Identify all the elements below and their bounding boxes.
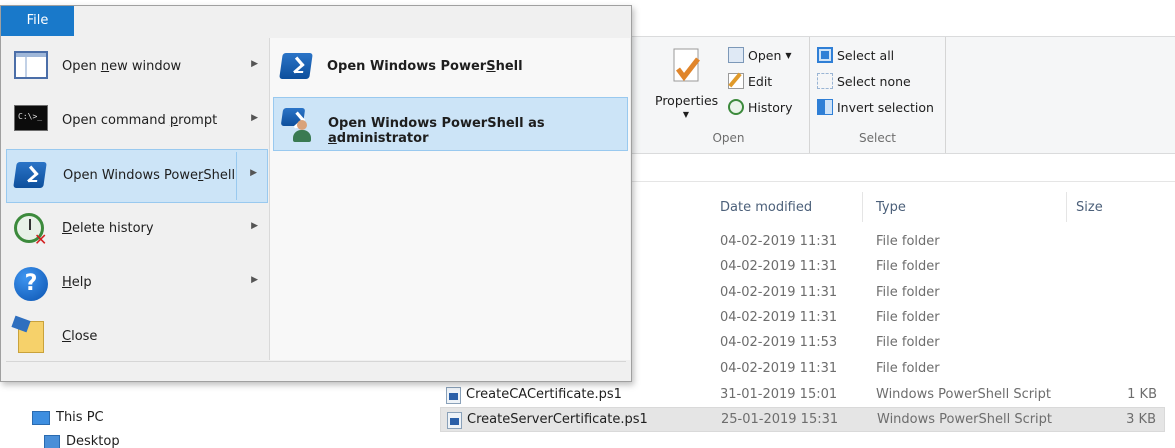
help-icon: ? xyxy=(14,267,48,301)
name-cell: CreateServerCertificate.ps1 xyxy=(467,412,648,427)
chevron-right-icon: ▶ xyxy=(251,59,258,69)
chevron-right-icon[interactable]: ▶ xyxy=(250,168,257,178)
select-none-icon xyxy=(817,73,833,89)
properties-button[interactable]: Properties ▼ xyxy=(655,47,719,119)
date-cell: 04-02-2019 11:31 xyxy=(720,285,838,300)
name-cell: CreateCACertificate.ps1 xyxy=(466,387,622,402)
properties-label: Properties xyxy=(655,93,719,108)
menu-item-delete-history[interactable]: Delete history ▶ xyxy=(6,203,268,257)
open-button[interactable]: Open ▼ xyxy=(728,47,792,63)
menu-item-label: Delete history xyxy=(62,221,154,236)
select-all-icon xyxy=(817,47,833,63)
date-cell: 04-02-2019 11:31 xyxy=(720,234,838,249)
type-cell: File folder xyxy=(876,335,940,350)
file-menu-footer xyxy=(6,361,626,381)
powershell-script-icon xyxy=(446,387,461,404)
date-cell: 25-01-2019 15:31 xyxy=(721,412,839,427)
submenu-item-label: Open Windows PowerShell xyxy=(327,59,523,74)
submenu-item-open-powershell[interactable]: Open Windows PowerShell xyxy=(273,41,628,95)
type-cell: File folder xyxy=(876,310,940,325)
history-button[interactable]: History xyxy=(728,99,792,115)
history-label: History xyxy=(748,99,793,115)
menu-item-open-command-prompt[interactable]: C:\>_ Open command prompt ▶ xyxy=(6,95,268,149)
history-icon xyxy=(728,99,744,115)
menu-item-help[interactable]: ? Help ▶ xyxy=(6,257,268,311)
powershell-icon xyxy=(279,53,315,87)
type-cell: Windows PowerShell Script xyxy=(876,387,1052,402)
open-label: Open xyxy=(748,47,782,63)
type-cell: File folder xyxy=(876,234,940,249)
invert-selection-label: Invert selection xyxy=(837,99,934,115)
date-cell: 31-01-2019 15:01 xyxy=(720,387,838,402)
date-cell: 04-02-2019 11:53 xyxy=(720,335,838,350)
nav-item-label: This PC xyxy=(56,410,104,425)
select-all-button[interactable]: Select all xyxy=(817,47,894,63)
menu-item-label: Open new window xyxy=(62,59,182,74)
powershell-submenu: Open Windows PowerShell Open Windows Pow… xyxy=(269,38,630,360)
edit-label: Edit xyxy=(748,73,773,89)
date-cell: 04-02-2019 11:31 xyxy=(720,310,838,325)
menu-item-open-new-window[interactable]: Open new window ▶ xyxy=(6,41,268,95)
select-all-label: Select all xyxy=(837,47,895,63)
date-cell: 04-02-2019 11:31 xyxy=(720,259,838,274)
split-separator xyxy=(236,152,237,200)
size-cell: 3 KB xyxy=(1126,412,1156,427)
chevron-down-icon: ▼ xyxy=(785,50,792,60)
column-header-date[interactable]: Date modified xyxy=(720,200,812,215)
date-cell: 04-02-2019 11:31 xyxy=(720,361,838,376)
submenu-item-label: Open Windows PowerShell as administrator xyxy=(328,116,545,146)
properties-icon xyxy=(668,47,704,89)
invert-selection-icon xyxy=(817,99,833,115)
command-prompt-icon: C:\>_ xyxy=(14,105,48,139)
table-row[interactable]: CreateCACertificate.ps1 31-01-2019 15:01… xyxy=(440,383,1165,408)
select-none-label: Select none xyxy=(837,73,911,89)
type-cell: Windows PowerShell Script xyxy=(877,412,1053,427)
menu-item-label: Open Windows PowerShell xyxy=(63,168,236,183)
edit-icon xyxy=(728,72,744,89)
edit-button[interactable]: Edit xyxy=(728,72,773,89)
ribbon-group-title: Select xyxy=(858,131,897,145)
powershell-script-icon xyxy=(447,412,462,429)
chevron-right-icon: ▶ xyxy=(251,113,258,123)
file-menu-list: Open new window ▶ C:\>_ Open command pro… xyxy=(6,41,268,361)
menu-item-label: Open command prompt xyxy=(62,113,218,128)
file-tab[interactable]: File xyxy=(1,6,74,36)
chevron-right-icon: ▶ xyxy=(251,275,258,285)
type-cell: File folder xyxy=(876,285,940,300)
table-row[interactable]: CreateServerCertificate.ps1 25-01-2019 1… xyxy=(440,407,1165,432)
invert-selection-button[interactable]: Invert selection xyxy=(817,99,934,115)
submenu-item-open-powershell-admin[interactable]: Open Windows PowerShell as administrator xyxy=(273,97,628,151)
file-menu: File Open new window ▶ C:\>_ Open comman… xyxy=(0,5,632,382)
powershell-icon xyxy=(13,162,49,196)
column-separator[interactable] xyxy=(862,192,863,222)
desktop-folder-icon xyxy=(44,434,60,448)
menu-item-close[interactable]: Close xyxy=(6,311,268,365)
menu-item-label: Help xyxy=(62,275,92,290)
window-icon xyxy=(14,51,48,85)
ribbon-group-title: Open xyxy=(712,131,745,145)
powershell-admin-icon xyxy=(280,108,316,142)
computer-icon xyxy=(32,410,50,425)
delete-history-icon xyxy=(14,213,48,249)
menu-item-open-powershell[interactable]: Open Windows PowerShell ▶ xyxy=(6,149,268,203)
close-icon xyxy=(14,321,48,355)
chevron-down-icon: ▼ xyxy=(682,110,690,119)
type-cell: File folder xyxy=(876,259,940,274)
chevron-right-icon: ▶ xyxy=(251,221,258,231)
column-separator[interactable] xyxy=(1066,192,1067,222)
size-cell: 1 KB xyxy=(1127,387,1157,402)
column-header-size[interactable]: Size xyxy=(1076,200,1103,215)
menu-item-label: Close xyxy=(62,329,98,344)
column-header-type[interactable]: Type xyxy=(876,200,906,215)
nav-item-desktop[interactable]: Desktop xyxy=(44,434,120,448)
nav-item-this-pc[interactable]: This PC xyxy=(32,410,104,425)
nav-item-label: Desktop xyxy=(66,434,120,448)
open-icon xyxy=(728,47,744,63)
select-none-button[interactable]: Select none xyxy=(817,73,911,89)
type-cell: File folder xyxy=(876,361,940,376)
